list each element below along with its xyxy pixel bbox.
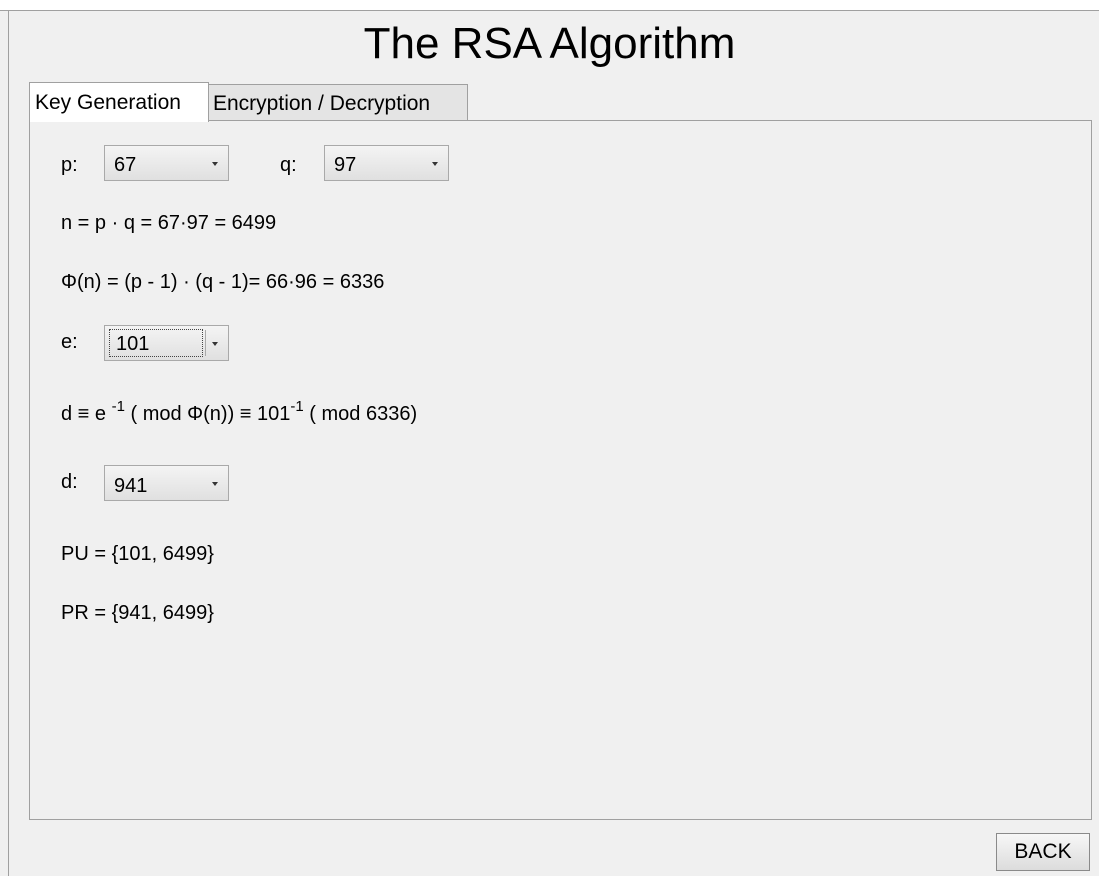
d-select-value: 941: [114, 475, 148, 497]
tab-key-generation[interactable]: Key Generation: [29, 82, 209, 122]
e-label: e:: [61, 331, 78, 353]
d-formula-part1: d ≡ e: [61, 403, 112, 425]
p-select-value: 67: [114, 154, 137, 176]
n-equation: n = p · q = 67·97 = 6499: [61, 212, 277, 234]
p-label: p:: [61, 154, 78, 176]
q-label: q:: [280, 154, 297, 176]
back-button[interactable]: BACK: [996, 833, 1090, 871]
phi-equation: Φ(n) = (p - 1) · (q - 1)= 66·96 = 6336: [61, 271, 385, 293]
q-select[interactable]: 97: [324, 145, 449, 181]
private-key: PR = {941, 6499}: [61, 602, 214, 624]
public-key: PU = {101, 6499}: [61, 543, 214, 565]
tab-encryption-decryption[interactable]: Encryption / Decryption: [207, 84, 468, 120]
chevron-down-icon: [212, 342, 218, 346]
e-select[interactable]: 101: [104, 325, 229, 361]
d-formula: d ≡ e -1 ( mod Φ(n)) ≡ 101-1 ( mod 6336): [61, 399, 418, 426]
chevron-down-icon: [212, 162, 218, 166]
dropdown-separator: [205, 330, 206, 356]
window-top-edge: [0, 0, 1099, 11]
window-left-edge: [8, 11, 9, 876]
q-select-value: 97: [334, 154, 357, 176]
d-formula-exponent-1: -1: [111, 398, 125, 415]
d-formula-part2: ( mod Φ(n)) ≡ 101: [124, 403, 291, 425]
d-formula-exponent-2: -1: [290, 398, 304, 415]
d-formula-part3: ( mod 6336): [303, 403, 418, 425]
chevron-down-icon: [432, 162, 438, 166]
p-select[interactable]: 67: [104, 145, 229, 181]
d-select[interactable]: 941: [104, 465, 229, 501]
chevron-down-icon: [212, 482, 218, 486]
d-label: d:: [61, 471, 78, 493]
page-title: The RSA Algorithm: [363, 19, 736, 68]
e-select-value: 101: [116, 333, 150, 355]
